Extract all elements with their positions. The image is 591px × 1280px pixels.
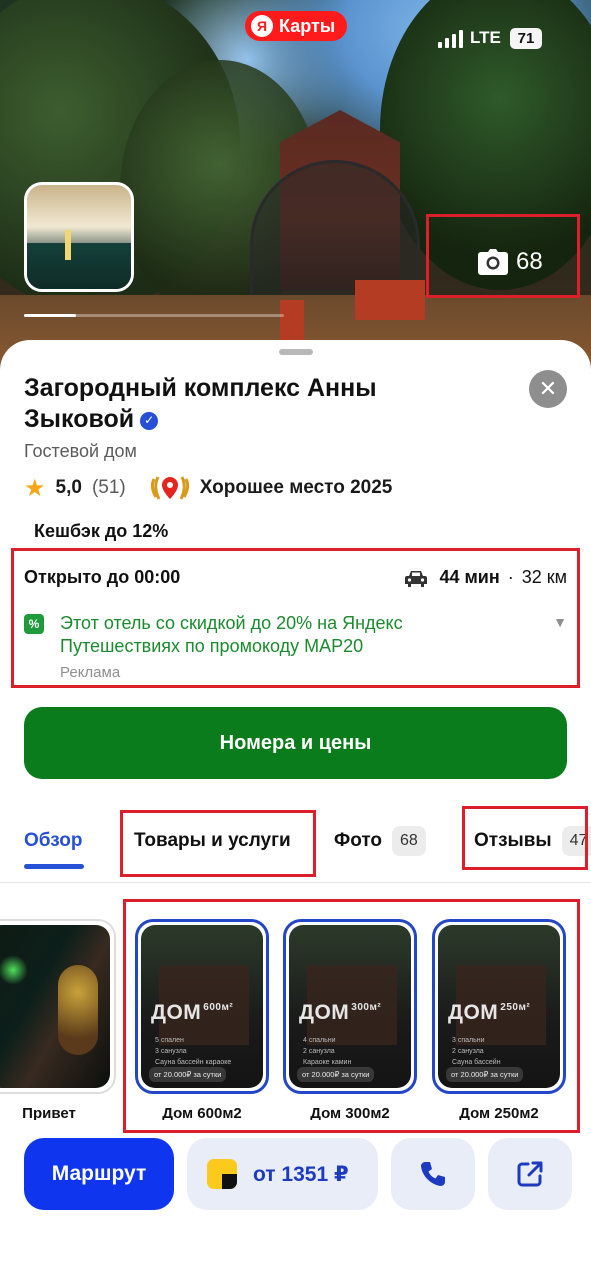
tab-label: Фото bbox=[334, 830, 383, 851]
star-icon: ★ bbox=[24, 474, 46, 502]
share-icon bbox=[517, 1161, 543, 1187]
goods-carousel[interactable]: Привет ДОМ 600м² 5 спален 3 санузла Сауна… bbox=[0, 914, 591, 1124]
goods-image: ДОМ 600м² 5 спален 3 санузла Сауна бассей… bbox=[141, 925, 263, 1088]
yandex-logo-icon: Я bbox=[251, 15, 273, 37]
thumbnail-lamp bbox=[65, 230, 71, 260]
signal-icon bbox=[438, 30, 463, 48]
tab-label: Обзор bbox=[24, 830, 83, 851]
goods-amenities: 4 спальни 2 санузла Караоке камин bbox=[303, 1037, 352, 1066]
ad-text: Этот отель со скидкой до 20% на Яндекс П… bbox=[60, 613, 403, 656]
ad-label: Реклама bbox=[60, 664, 121, 681]
sheet-grabber[interactable] bbox=[279, 349, 313, 355]
goods-price: от 20.000₽ за сутки bbox=[149, 1067, 227, 1082]
network-type: LTE bbox=[470, 28, 501, 47]
car-icon bbox=[405, 570, 428, 587]
goods-image bbox=[0, 925, 110, 1088]
tab-goods-services[interactable]: Товары и услуги bbox=[134, 819, 291, 863]
photo-count: 68 bbox=[516, 248, 543, 275]
goods-price: от 20.000₽ за сутки bbox=[297, 1067, 375, 1082]
camera-icon bbox=[478, 249, 508, 275]
award-label: Хорошее место 2025 bbox=[199, 477, 393, 498]
photo-thumbnail[interactable] bbox=[24, 182, 134, 292]
goods-card[interactable]: ДОМ 300м² 4 спальни 2 санузла Караоке кам… bbox=[283, 919, 417, 1122]
close-icon: ✕ bbox=[538, 376, 558, 401]
goods-amenities: 3 спальни 2 санузла Сауна бассейн bbox=[452, 1037, 501, 1066]
tab-reviews[interactable]: Отзывы 47 bbox=[474, 819, 591, 863]
verified-icon: ✓ bbox=[140, 411, 159, 430]
ad-banner[interactable]: % Этот отель со скидкой до 20% на Яндекс… bbox=[24, 612, 569, 658]
place-title: Загородный комплекс Анны Зыковой ✓ bbox=[24, 373, 454, 435]
image-glow bbox=[0, 955, 28, 985]
photo-count-button[interactable]: 68 bbox=[478, 248, 543, 276]
goods-badge: ДОМ 250м² bbox=[448, 1001, 531, 1024]
route-info[interactable]: 44 мин · 32 км bbox=[405, 567, 567, 588]
reviews-count-badge: 47 bbox=[561, 826, 591, 856]
goods-amenities: 5 спален 3 санузла Сауна бассейн караоке bbox=[155, 1037, 232, 1066]
rating-row[interactable]: ★ 5,0 (51) Хорошее место 2025 bbox=[24, 474, 392, 502]
tab-label: Товары и услуги bbox=[134, 830, 291, 851]
percent-icon: % bbox=[24, 614, 44, 634]
rooms-and-prices-button[interactable]: Номера и цены bbox=[24, 707, 567, 779]
opening-hours[interactable]: Открыто до 00:00 bbox=[24, 567, 180, 588]
cashback-label[interactable]: Кешбэк до 12% bbox=[34, 521, 168, 542]
award-icon bbox=[150, 476, 189, 500]
yandex-maps-badge[interactable]: Я Карты bbox=[245, 11, 348, 41]
tab-overview[interactable]: Обзор bbox=[24, 819, 82, 863]
goods-badge: ДОМ 300м² bbox=[299, 1001, 382, 1024]
hero-brick-wall bbox=[355, 280, 425, 320]
active-tab-indicator bbox=[24, 864, 84, 869]
battery-indicator: 71 bbox=[510, 28, 542, 49]
app-name: Карты bbox=[279, 15, 336, 36]
goods-card[interactable]: ДОМ 600м² 5 спален 3 санузла Сауна бассей… bbox=[135, 919, 269, 1122]
drive-time: 44 мин bbox=[439, 567, 500, 587]
tab-label: Отзывы bbox=[474, 830, 552, 851]
hero-brick-pillar bbox=[280, 300, 304, 340]
goods-card[interactable]: Привет bbox=[0, 919, 116, 1122]
distance: 32 км bbox=[521, 567, 567, 587]
route-button[interactable]: Маршрут bbox=[24, 1138, 174, 1210]
tab-bar: Обзор Товары и услуги Фото 68 Отзывы 47 bbox=[0, 819, 591, 883]
tab-photos[interactable]: Фото 68 bbox=[334, 819, 426, 863]
place-title-text: Загородный комплекс Анны Зыковой bbox=[24, 374, 377, 433]
goods-price: от 20.000₽ за сутки bbox=[446, 1067, 524, 1082]
rating-value: 5,0 bbox=[55, 477, 82, 498]
goods-card[interactable]: ДОМ 250м² 3 спальни 2 санузла Сауна бассе… bbox=[432, 919, 566, 1122]
route-separator: · bbox=[507, 567, 514, 587]
goods-image: ДОМ 250м² 3 спальни 2 санузла Сауна бассе… bbox=[438, 925, 560, 1088]
goods-image: ДОМ 300м² 4 спальни 2 санузла Караоке кам… bbox=[289, 925, 411, 1088]
phone-icon bbox=[421, 1162, 445, 1186]
place-category: Гостевой дом bbox=[24, 441, 137, 461]
pay-icon bbox=[207, 1159, 237, 1189]
reviews-count: (51) bbox=[91, 477, 126, 498]
price-label: от 1351 ₽ bbox=[253, 1162, 349, 1186]
image-figure bbox=[58, 965, 98, 1055]
bottom-action-bar: Маршрут от 1351 ₽ bbox=[0, 1120, 591, 1280]
photos-count-badge: 68 bbox=[392, 826, 426, 856]
goods-badge: ДОМ 600м² bbox=[151, 1001, 234, 1024]
chevron-down-icon[interactable]: ▼ bbox=[553, 614, 567, 630]
share-button[interactable] bbox=[488, 1138, 572, 1210]
price-button[interactable]: от 1351 ₽ bbox=[187, 1138, 378, 1210]
thumbnail-pool bbox=[27, 243, 131, 289]
close-button[interactable]: ✕ bbox=[529, 370, 567, 408]
photo-progress-bar bbox=[24, 314, 284, 317]
hero-photo[interactable]: LTE 71 Я Карты 68 bbox=[0, 0, 591, 370]
call-button[interactable] bbox=[391, 1138, 475, 1210]
